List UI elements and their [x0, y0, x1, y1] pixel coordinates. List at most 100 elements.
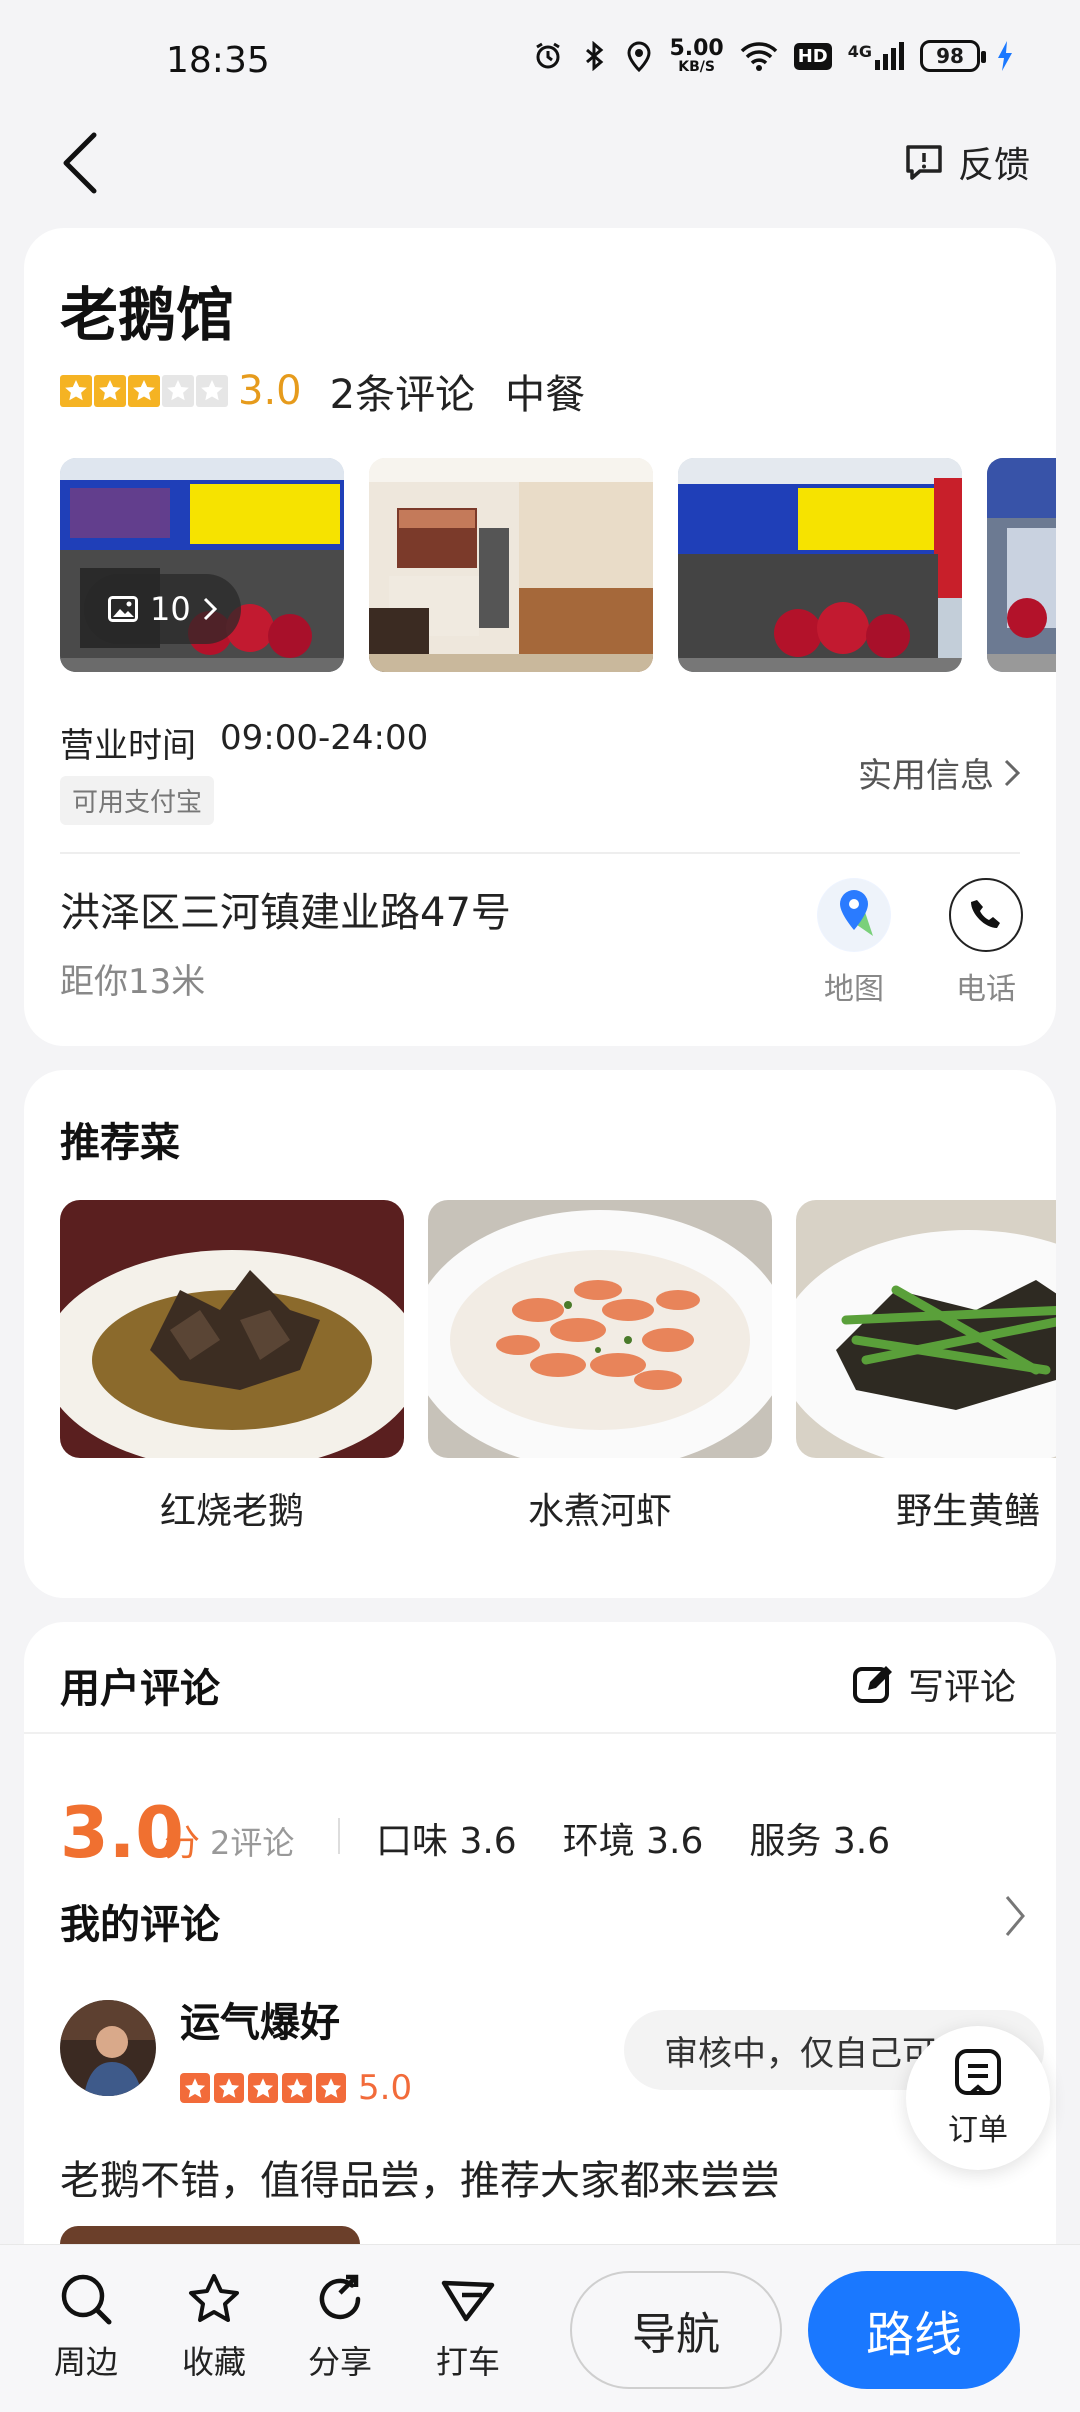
star-outline-icon: [189, 2274, 239, 2322]
taxi-icon: [441, 2280, 495, 2322]
chevron-right-icon: [1004, 759, 1020, 786]
user-reviews-card: 用户评论 写评论 3.0 分 2评论 口味 3.6 环境 3.6 服务 3.6 …: [24, 1622, 1056, 2262]
signal-bar: [891, 48, 896, 70]
environment-score: 环境 3.6: [562, 1821, 704, 1862]
share-label: 分享: [307, 2343, 372, 2381]
score-review-count: 2评论: [210, 1824, 295, 1862]
orders-button[interactable]: 订单: [906, 2026, 1050, 2170]
share-button[interactable]: 分享: [290, 2271, 390, 2383]
photo-gallery[interactable]: 10: [60, 458, 1056, 672]
recommended-dishes-card: 推荐菜 红烧老鹅 水煮河虾 野生黄鳝: [24, 1070, 1056, 1598]
address[interactable]: 洪泽区三河镇建业路47号: [60, 880, 511, 938]
photo-count: 10: [150, 590, 191, 628]
bottom-action-bar: 周边 收藏 分享 打车 导航 路线: [0, 2244, 1080, 2412]
taxi-button[interactable]: 打车: [418, 2271, 518, 2383]
cuisine-label: 中餐: [505, 372, 586, 418]
dish-photo: [796, 1200, 1056, 1458]
star-icon: [94, 375, 126, 407]
chevron-right-icon: [203, 597, 217, 621]
user-rating-stars: 5.0: [180, 2068, 412, 2108]
divider: [60, 852, 1020, 854]
dish-list[interactable]: 红烧老鹅 水煮河虾 野生黄鳝: [60, 1200, 1056, 1560]
shop-photo[interactable]: 10: [60, 458, 344, 672]
star-icon: [316, 2073, 346, 2103]
battery-level: 98: [936, 44, 964, 68]
battery-indicator: 98: [920, 40, 986, 72]
dish-item[interactable]: 红烧老鹅: [60, 1200, 404, 1534]
signal-bar: [899, 42, 904, 70]
write-review-button[interactable]: 写评论: [852, 1658, 1016, 1710]
my-review-more-button[interactable]: [1004, 1894, 1026, 1942]
write-review-label: 写评论: [907, 1667, 1016, 1708]
back-button[interactable]: [60, 126, 120, 200]
map-icon-wrap: [817, 878, 891, 952]
phone-label: 电话: [956, 972, 1016, 1007]
alipay-tag: 可用支付宝: [60, 776, 215, 825]
chevron-right-icon: [1005, 1896, 1025, 1936]
star-icon: [128, 375, 160, 407]
nearby-label: 周边: [53, 2343, 118, 2381]
service-score: 服务 3.6: [749, 1821, 891, 1862]
user-name: 运气爆好: [180, 2000, 340, 2046]
shop-photo[interactable]: [369, 458, 653, 672]
status-bar: 18:35 5.00 KB/S HD 4G 98: [0, 0, 1080, 120]
divider: [24, 1732, 1056, 1734]
phone-button[interactable]: 电话: [936, 878, 1036, 1008]
user-score: 5.0: [358, 2068, 413, 2108]
hours-label: 营业时间: [60, 726, 196, 766]
feedback-button[interactable]: 反馈: [904, 136, 1030, 188]
dish-item[interactable]: 野生黄鳝: [796, 1200, 1056, 1534]
star-empty-icon: [196, 375, 228, 407]
divider: [338, 1818, 340, 1854]
phone-icon: [971, 900, 1000, 928]
bluetooth-icon: [586, 41, 604, 71]
edit-icon: [852, 1666, 892, 1703]
net-speed-value: 5.00: [669, 36, 724, 61]
feedback-label: 反馈: [957, 145, 1030, 186]
feedback-icon: [906, 145, 942, 180]
network-type: 4G: [847, 42, 872, 61]
dish-item[interactable]: 水煮河虾: [428, 1200, 772, 1534]
map-button[interactable]: 地图: [804, 878, 904, 1008]
review-text: 老鹅不错，值得品尝，推荐大家都来尝尝: [60, 2158, 780, 2204]
my-review-title: 我的评论: [60, 1902, 220, 1948]
avatar[interactable]: [60, 2000, 156, 2096]
dish-name: 水煮河虾: [527, 1491, 672, 1532]
dish-photo: [60, 1200, 404, 1458]
star-empty-icon: [162, 375, 194, 407]
section-title: 推荐菜: [60, 1120, 180, 1166]
shop-photo[interactable]: [678, 458, 962, 672]
review-count-link[interactable]: 2条评论: [330, 362, 475, 420]
wifi-icon: [740, 42, 777, 71]
distance: 距你13米: [60, 962, 206, 1002]
map-icon: [818, 879, 890, 951]
useful-info-link[interactable]: 实用信息: [858, 748, 1020, 797]
net-speed: 5.00 KB/S: [669, 36, 724, 75]
section-title: 用户评论: [60, 1666, 220, 1712]
route-button[interactable]: 路线: [808, 2271, 1020, 2389]
image-icon: [108, 596, 138, 622]
signal-bar: [875, 60, 880, 70]
navigate-button[interactable]: 导航: [570, 2271, 782, 2389]
interior-photo: [369, 458, 653, 672]
photo-count-badge[interactable]: 10: [84, 574, 241, 644]
dish-name: 野生黄鳝: [895, 1491, 1040, 1532]
signal-indicator: 4G: [848, 42, 904, 70]
shop-name: 老鹅馆: [60, 281, 235, 349]
nearby-button[interactable]: 周边: [36, 2271, 136, 2383]
shop-photo[interactable]: [987, 458, 1056, 672]
signal-bar: [883, 54, 888, 70]
favorite-button[interactable]: 收藏: [164, 2271, 264, 2383]
favorite-label: 收藏: [181, 2343, 246, 2381]
location-icon: [627, 41, 651, 72]
score-unit: 分: [164, 1823, 201, 1864]
star-icon: [60, 375, 92, 407]
useful-info-label: 实用信息: [858, 756, 994, 796]
share-icon: [319, 2274, 361, 2320]
dish-photo: [428, 1200, 772, 1458]
charging-icon: [998, 41, 1012, 71]
map-label: 地图: [824, 972, 884, 1007]
dish-name: 红烧老鹅: [159, 1491, 304, 1532]
net-speed-unit: KB/S: [678, 59, 715, 75]
storefront-photo: [987, 458, 1056, 672]
